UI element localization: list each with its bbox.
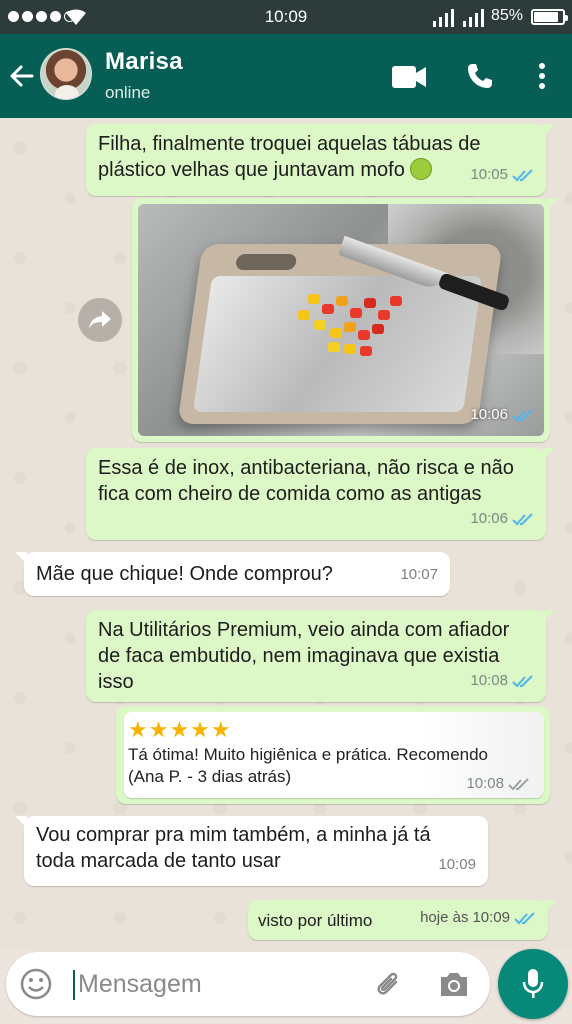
status-time: 10:09: [264, 7, 308, 26]
video-call-icon[interactable]: [392, 66, 426, 88]
message-text: Essa é de inox, antibacteriana, não risc…: [98, 457, 514, 505]
message-bubble[interactable]: Na Utilitários Premium, veio ainda com a…: [86, 610, 555, 702]
message-meta: 10:08: [466, 775, 530, 792]
message-bubble[interactable]: visto por último hoje às 10:09: [248, 900, 557, 940]
message-meta: 10:09: [438, 852, 476, 878]
message-meta: 10:07: [400, 562, 438, 588]
message-time-prefix: hoje às: [420, 909, 469, 926]
message-text: visto por último: [258, 911, 373, 930]
read-ticks-icon: [512, 513, 533, 526]
contact-status: online: [105, 83, 151, 102]
message-text: Mãe que chique! Onde comprou?: [36, 563, 333, 585]
message-bubble[interactable]: Essa é de inox, antibacteriana, não risc…: [86, 448, 555, 540]
message-meta: 10:05: [470, 162, 534, 188]
text-caret: [73, 970, 75, 1000]
battery-percent: 85%: [491, 7, 524, 24]
message-text: Filha, finalmente troquei aquelas tábuas…: [98, 133, 481, 181]
attach-icon[interactable]: [372, 968, 404, 1000]
message-time: 10:09: [472, 909, 510, 926]
review-body: Tá ótima! Muito higiênica e prática. Rec…: [128, 745, 489, 764]
cell-signal-2-icon: [463, 9, 484, 27]
chat-header: Marisa online: [0, 34, 572, 118]
message-bubble[interactable]: Mãe que chique! Onde comprou? 10:07: [15, 552, 450, 596]
cell-signal-icon: [433, 9, 454, 27]
message-time: 10:06: [470, 510, 508, 527]
message-time: 10:08: [466, 775, 504, 792]
forward-icon: [89, 311, 111, 329]
message-meta: 10:06: [470, 402, 534, 428]
message-time: 10:09: [438, 856, 476, 873]
camera-icon[interactable]: [438, 970, 470, 998]
message-meta: 10:08: [470, 668, 534, 694]
read-ticks-icon: [512, 675, 533, 688]
contact-name[interactable]: Marisa: [105, 48, 183, 76]
message-meta: 10:06: [470, 506, 534, 532]
review-card[interactable]: ★★★★★ Tá ótima! Muito higiênica e prátic…: [124, 712, 544, 798]
message-meta: hoje às 10:09: [420, 905, 536, 931]
more-options-icon[interactable]: [538, 62, 546, 90]
message-text: Na Utilitários Premium, veio ainda com a…: [98, 619, 510, 693]
phone-call-icon[interactable]: [466, 62, 494, 90]
message-time: 10:06: [470, 406, 508, 423]
forward-button[interactable]: [78, 298, 122, 342]
microphone-icon: [522, 969, 544, 998]
emoji-icon[interactable]: [20, 968, 52, 1000]
message-input-bar[interactable]: Mensagem: [6, 952, 490, 1016]
read-ticks-icon: [514, 912, 535, 925]
nauseated-face-icon: [410, 158, 433, 180]
back-arrow-icon[interactable]: [8, 62, 36, 90]
battery-icon: [531, 9, 568, 25]
read-ticks-icon: [512, 169, 533, 182]
message-input[interactable]: Mensagem: [78, 970, 202, 999]
message-bubble[interactable]: Vou comprar pra mim também, a minha já t…: [15, 816, 488, 886]
stainless-cutting-board-photo[interactable]: 10:06: [138, 204, 544, 436]
message-time: 10:08: [470, 672, 508, 689]
rating-stars: ★★★★★: [128, 717, 232, 742]
message-text: Vou comprar pra mim também, a minha já t…: [36, 824, 431, 872]
mic-button[interactable]: [498, 949, 568, 1019]
message-time: 10:05: [470, 166, 508, 183]
message-bubble[interactable]: Filha, finalmente troquei aquelas tábuas…: [86, 124, 555, 196]
status-bar: 10:09 85%: [0, 0, 572, 34]
avatar[interactable]: [40, 48, 92, 100]
read-ticks-icon: [512, 409, 533, 422]
delivered-ticks-icon: [508, 777, 529, 790]
image-message[interactable]: 10:06: [132, 198, 559, 442]
message-time: 10:07: [400, 566, 438, 583]
